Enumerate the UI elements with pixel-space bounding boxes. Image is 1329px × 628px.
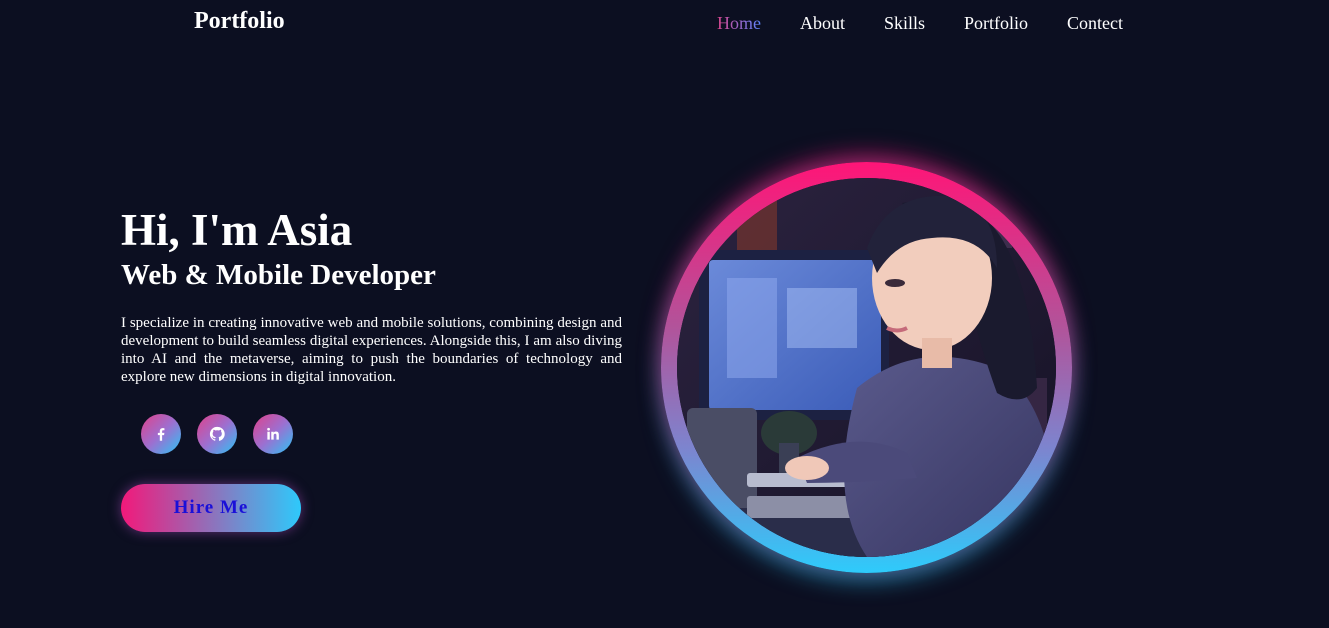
nav-contact-link[interactable]: Contect <box>1067 13 1123 34</box>
main-nav: Home About Skills Portfolio Contect <box>717 13 1162 34</box>
facebook-icon <box>157 428 165 441</box>
nav-portfolio-link[interactable]: Portfolio <box>964 13 1028 34</box>
github-icon <box>209 426 225 441</box>
site-logo[interactable]: Portfolio <box>194 8 285 35</box>
github-link[interactable] <box>197 414 237 454</box>
hire-me-button[interactable]: Hire Me <box>121 484 301 532</box>
hero-role: Web & Mobile Developer <box>121 259 436 291</box>
facebook-link[interactable] <box>141 414 181 454</box>
linkedin-link[interactable] <box>253 414 293 454</box>
hero-greeting: Hi, I'm Asia <box>121 205 353 255</box>
linkedin-icon <box>267 427 279 440</box>
social-links <box>141 414 293 454</box>
hero-description: I specialize in creating innovative web … <box>121 315 622 385</box>
profile-photo <box>677 178 1056 557</box>
nav-skills-link[interactable]: Skills <box>884 13 925 34</box>
profile-ring <box>661 162 1072 573</box>
nav-about-link[interactable]: About <box>800 13 845 34</box>
hero-section: Hi, I'm Asia Web & Mobile Developer I sp… <box>121 204 622 386</box>
nav-home-link[interactable]: Home <box>717 13 761 34</box>
page: Portfolio Home About Skills Portfolio Co… <box>0 0 1329 628</box>
